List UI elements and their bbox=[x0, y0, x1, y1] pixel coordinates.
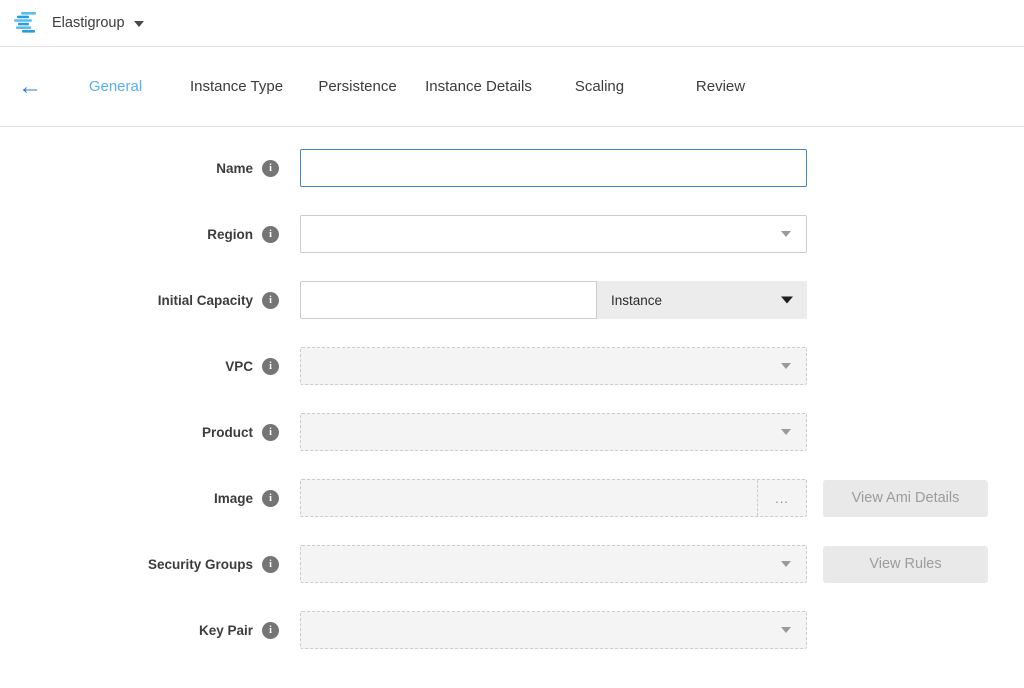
view-rules-button[interactable]: View Rules bbox=[823, 546, 988, 583]
key-pair-row: Key Pair i bbox=[0, 611, 1024, 649]
product-chevron-down-icon bbox=[781, 429, 791, 435]
product-row: Product i bbox=[0, 413, 1024, 451]
vpc-select bbox=[300, 347, 807, 385]
tab-persistence[interactable]: Persistence bbox=[297, 78, 418, 95]
name-label: Name bbox=[216, 161, 253, 176]
app-switcher-chevron-down-icon[interactable] bbox=[134, 21, 144, 27]
elastigroup-logo-icon bbox=[14, 12, 40, 34]
general-settings-form: Name i Region i Initial Capacity i Insta… bbox=[0, 127, 1024, 649]
back-arrow-icon[interactable]: ← bbox=[18, 75, 42, 99]
product-select bbox=[300, 413, 807, 451]
security-groups-info-icon[interactable]: i bbox=[262, 556, 279, 573]
region-row: Region i bbox=[0, 215, 1024, 253]
image-label: Image bbox=[214, 491, 253, 506]
image-browse-button[interactable]: ... bbox=[757, 480, 806, 516]
vpc-chevron-down-icon bbox=[781, 363, 791, 369]
region-select[interactable] bbox=[300, 215, 807, 253]
app-switcher-label[interactable]: Elastigroup bbox=[52, 15, 125, 31]
name-row: Name i bbox=[0, 149, 1024, 187]
tab-instance-details[interactable]: Instance Details bbox=[418, 78, 539, 95]
security-groups-select bbox=[300, 545, 807, 583]
product-info-icon[interactable]: i bbox=[262, 424, 279, 441]
capacity-unit-select[interactable]: Instance bbox=[597, 281, 807, 319]
key-pair-info-icon[interactable]: i bbox=[262, 622, 279, 639]
security-groups-label: Security Groups bbox=[148, 557, 253, 572]
key-pair-chevron-down-icon bbox=[781, 627, 791, 633]
tab-scaling[interactable]: Scaling bbox=[539, 78, 660, 95]
name-input[interactable] bbox=[300, 149, 807, 187]
region-info-icon[interactable]: i bbox=[262, 226, 279, 243]
image-input: ... bbox=[300, 479, 807, 517]
initial-capacity-info-icon[interactable]: i bbox=[262, 292, 279, 309]
security-groups-row: Security Groups i View Rules bbox=[0, 545, 1024, 583]
region-label: Region bbox=[207, 227, 253, 242]
tab-general[interactable]: General bbox=[55, 78, 176, 95]
key-pair-label: Key Pair bbox=[199, 623, 253, 638]
image-info-icon[interactable]: i bbox=[262, 490, 279, 507]
wizard-tabs: General Instance Type Persistence Instan… bbox=[55, 78, 781, 95]
region-chevron-down-icon bbox=[781, 231, 791, 237]
vpc-row: VPC i bbox=[0, 347, 1024, 385]
initial-capacity-label: Initial Capacity bbox=[158, 293, 253, 308]
initial-capacity-row: Initial Capacity i Instance bbox=[0, 281, 1024, 319]
tab-review[interactable]: Review bbox=[660, 78, 781, 95]
tab-instance-type[interactable]: Instance Type bbox=[176, 78, 297, 95]
initial-capacity-input[interactable] bbox=[300, 281, 597, 319]
vpc-label: VPC bbox=[225, 359, 253, 374]
capacity-unit-value: Instance bbox=[611, 293, 662, 308]
capacity-unit-chevron-down-icon bbox=[781, 297, 793, 304]
name-info-icon[interactable]: i bbox=[262, 160, 279, 177]
security-groups-chevron-down-icon bbox=[781, 561, 791, 567]
image-row: Image i ... View Ami Details bbox=[0, 479, 1024, 517]
top-bar: Elastigroup bbox=[0, 0, 1024, 47]
view-ami-details-button[interactable]: View Ami Details bbox=[823, 480, 988, 517]
key-pair-select bbox=[300, 611, 807, 649]
product-label: Product bbox=[202, 425, 253, 440]
wizard-tab-bar: ← General Instance Type Persistence Inst… bbox=[0, 47, 1024, 127]
vpc-info-icon[interactable]: i bbox=[262, 358, 279, 375]
